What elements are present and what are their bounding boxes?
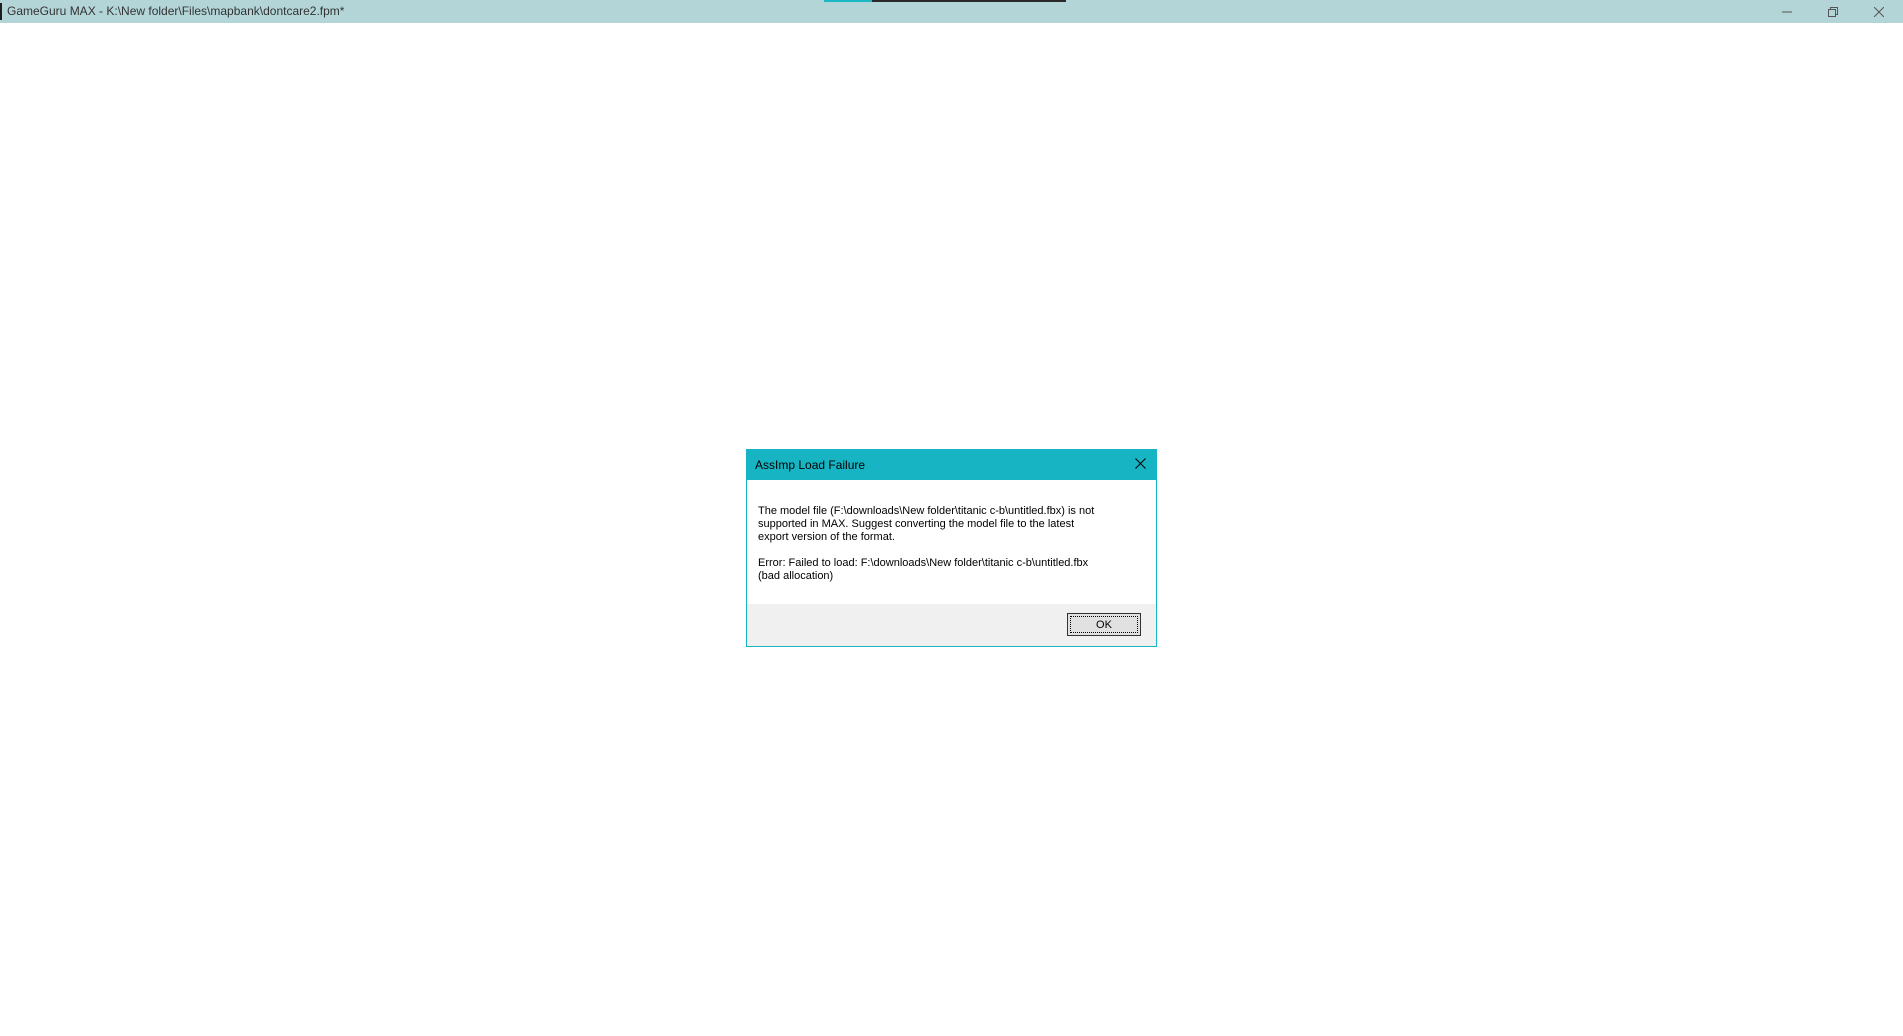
- restore-button[interactable]: [1810, 0, 1856, 23]
- dialog-titlebar[interactable]: AssImp Load Failure: [747, 450, 1156, 480]
- loading-progress-fill: [824, 0, 873, 2]
- restore-icon: [1828, 6, 1838, 17]
- dialog-message: The model file (F:\downloads\New folder\…: [758, 505, 1143, 596]
- titlebar-accent: [0, 3, 2, 20]
- minimize-icon: [1782, 7, 1792, 17]
- ok-button[interactable]: OK: [1067, 613, 1141, 636]
- dialog-error-text: Error: Failed to load: F:\downloads\New …: [758, 557, 1089, 582]
- minimize-button[interactable]: [1764, 0, 1810, 23]
- app-titlebar[interactable]: GameGuru MAX - K:\New folder\Files\mapba…: [0, 0, 1903, 23]
- window-title: GameGuru MAX - K:\New folder\Files\mapba…: [7, 4, 345, 18]
- dialog-title: AssImp Load Failure: [755, 458, 866, 472]
- dialog-footer: OK: [747, 604, 1156, 646]
- close-icon: [1874, 6, 1884, 17]
- dialog-close-button[interactable]: [1128, 453, 1152, 477]
- error-dialog: AssImp Load Failure The model file (F:\d…: [746, 449, 1157, 647]
- close-icon: [1134, 456, 1146, 474]
- loading-progress-bar: [824, 0, 1066, 2]
- dialog-message-text: The model file (F:\downloads\New folder\…: [758, 505, 1095, 543]
- close-window-button[interactable]: [1856, 0, 1902, 23]
